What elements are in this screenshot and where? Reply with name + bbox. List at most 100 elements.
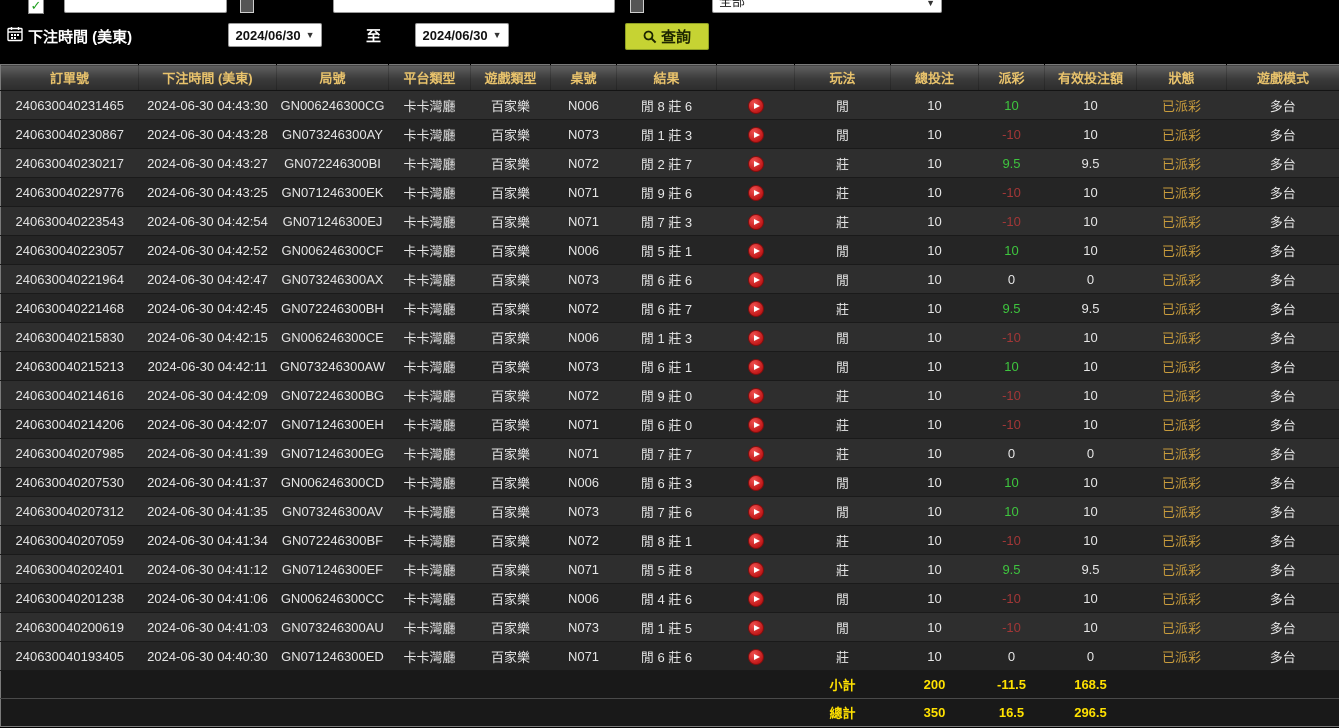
cell-total_bet: 10 xyxy=(891,439,979,468)
cell-order_no: 240630040215213 xyxy=(1,352,139,381)
cell-payout: 10 xyxy=(979,497,1045,526)
col-header-0: 訂單號 xyxy=(1,65,139,91)
cell-table_no: N072 xyxy=(551,526,617,555)
cell-valid_bet: 9.5 xyxy=(1045,294,1137,323)
cell-mode: 多台 xyxy=(1227,207,1339,236)
cell-round_no: GN006246300CF xyxy=(277,236,389,265)
cell-status: 已派彩 xyxy=(1137,352,1227,381)
cell-round_no: GN073246300AW xyxy=(277,352,389,381)
total-valid-bet: 296.5 xyxy=(1045,699,1137,727)
cell-game_type: 百家樂 xyxy=(471,149,551,178)
replay-button[interactable] xyxy=(748,388,764,404)
cell-status: 已派彩 xyxy=(1137,323,1227,352)
cell-play_type: 閒 xyxy=(795,613,891,642)
cell-order_no: 240630040230217 xyxy=(1,149,139,178)
cell-bet_time: 2024-06-30 04:43:25 xyxy=(139,178,277,207)
filter-input-1[interactable] xyxy=(64,0,227,13)
replay-button[interactable] xyxy=(748,649,764,665)
replay-button[interactable] xyxy=(748,446,764,462)
play-icon xyxy=(754,103,760,109)
table-row: 2406300402006192024-06-30 04:41:03GN0732… xyxy=(1,613,1339,642)
replay-button[interactable] xyxy=(748,591,764,607)
checkbox-checked-icon[interactable]: ✓ xyxy=(28,0,44,14)
replay-button[interactable] xyxy=(748,417,764,433)
replay-button[interactable] xyxy=(748,272,764,288)
replay-button[interactable] xyxy=(748,359,764,375)
cell-status: 已派彩 xyxy=(1137,120,1227,149)
cell-valid_bet: 10 xyxy=(1045,468,1137,497)
cell-table_no: N006 xyxy=(551,323,617,352)
table-row: 2406300402024012024-06-30 04:41:12GN0712… xyxy=(1,555,1339,584)
cell-bet_time: 2024-06-30 04:41:39 xyxy=(139,439,277,468)
cell-status: 已派彩 xyxy=(1137,439,1227,468)
replay-button[interactable] xyxy=(748,214,764,230)
play-icon xyxy=(754,248,760,254)
cell-valid_bet: 10 xyxy=(1045,207,1137,236)
replay-button[interactable] xyxy=(748,156,764,172)
cell-platform: 卡卡灣廳 xyxy=(389,120,471,149)
cell-play_type: 閒 xyxy=(795,120,891,149)
replay-button[interactable] xyxy=(748,185,764,201)
cell-total_bet: 10 xyxy=(891,265,979,294)
cell-result: 閒 5 莊 8 xyxy=(617,555,717,584)
calendar-icon xyxy=(7,26,23,42)
cell-round_no: GN006246300CC xyxy=(277,584,389,613)
search-button[interactable]: 查詢 xyxy=(625,23,709,50)
cell-platform: 卡卡灣廳 xyxy=(389,381,471,410)
replay-button[interactable] xyxy=(748,533,764,549)
replay-button[interactable] xyxy=(748,127,764,143)
cell-play_type: 閒 xyxy=(795,91,891,120)
cell-order_no: 240630040207985 xyxy=(1,439,139,468)
play-icon xyxy=(754,422,760,428)
cell-table_no: N006 xyxy=(551,584,617,613)
cell-table_no: N073 xyxy=(551,265,617,294)
cell-payout: 9.5 xyxy=(979,149,1045,178)
subtotal-spacer-right xyxy=(1137,671,1339,699)
cell-valid_bet: 10 xyxy=(1045,584,1137,613)
replay-button[interactable] xyxy=(748,98,764,114)
replay-button[interactable] xyxy=(748,330,764,346)
cell-payout: -10 xyxy=(979,120,1045,149)
date-to-select[interactable]: 2024/06/30 ▼ xyxy=(415,23,509,47)
table-row: 2406300402079852024-06-30 04:41:39GN0712… xyxy=(1,439,1339,468)
to-label: 至 xyxy=(366,25,381,46)
replay-cell xyxy=(717,352,795,381)
replay-button[interactable] xyxy=(748,243,764,259)
cell-status: 已派彩 xyxy=(1137,178,1227,207)
table-row: 2406300402142062024-06-30 04:42:07GN0712… xyxy=(1,410,1339,439)
cell-play_type: 莊 xyxy=(795,294,891,323)
table-row: 2406300402302172024-06-30 04:43:27GN0722… xyxy=(1,149,1339,178)
replay-button[interactable] xyxy=(748,475,764,491)
replay-cell xyxy=(717,555,795,584)
cell-platform: 卡卡灣廳 xyxy=(389,265,471,294)
replay-button[interactable] xyxy=(748,620,764,636)
cell-total_bet: 10 xyxy=(891,294,979,323)
cell-order_no: 240630040221964 xyxy=(1,265,139,294)
cell-table_no: N073 xyxy=(551,120,617,149)
cell-total_bet: 10 xyxy=(891,381,979,410)
cell-total_bet: 10 xyxy=(891,526,979,555)
play-icon xyxy=(754,161,760,167)
cell-bet_time: 2024-06-30 04:41:06 xyxy=(139,584,277,613)
date-from-value: 2024/06/30 xyxy=(236,28,301,43)
cell-platform: 卡卡灣廳 xyxy=(389,410,471,439)
replay-button[interactable] xyxy=(748,301,764,317)
search-button-label: 查詢 xyxy=(661,26,691,47)
replay-button[interactable] xyxy=(748,562,764,578)
filter-input-2[interactable] xyxy=(333,0,615,13)
table-body: 2406300402314652024-06-30 04:43:30GN0062… xyxy=(1,91,1339,671)
cell-valid_bet: 9.5 xyxy=(1045,149,1137,178)
filter-select-all[interactable]: 全部 ▼ xyxy=(712,0,942,13)
cell-payout: 10 xyxy=(979,91,1045,120)
cell-status: 已派彩 xyxy=(1137,584,1227,613)
date-from-select[interactable]: 2024/06/30 ▼ xyxy=(228,23,322,47)
replay-button[interactable] xyxy=(748,504,764,520)
cell-order_no: 240630040207530 xyxy=(1,468,139,497)
cell-round_no: GN073246300AY xyxy=(277,120,389,149)
cell-play_type: 閒 xyxy=(795,265,891,294)
replay-cell xyxy=(717,410,795,439)
col-header-4: 遊戲類型 xyxy=(471,65,551,91)
replay-cell xyxy=(717,323,795,352)
cell-status: 已派彩 xyxy=(1137,642,1227,671)
cell-round_no: GN073246300AU xyxy=(277,613,389,642)
